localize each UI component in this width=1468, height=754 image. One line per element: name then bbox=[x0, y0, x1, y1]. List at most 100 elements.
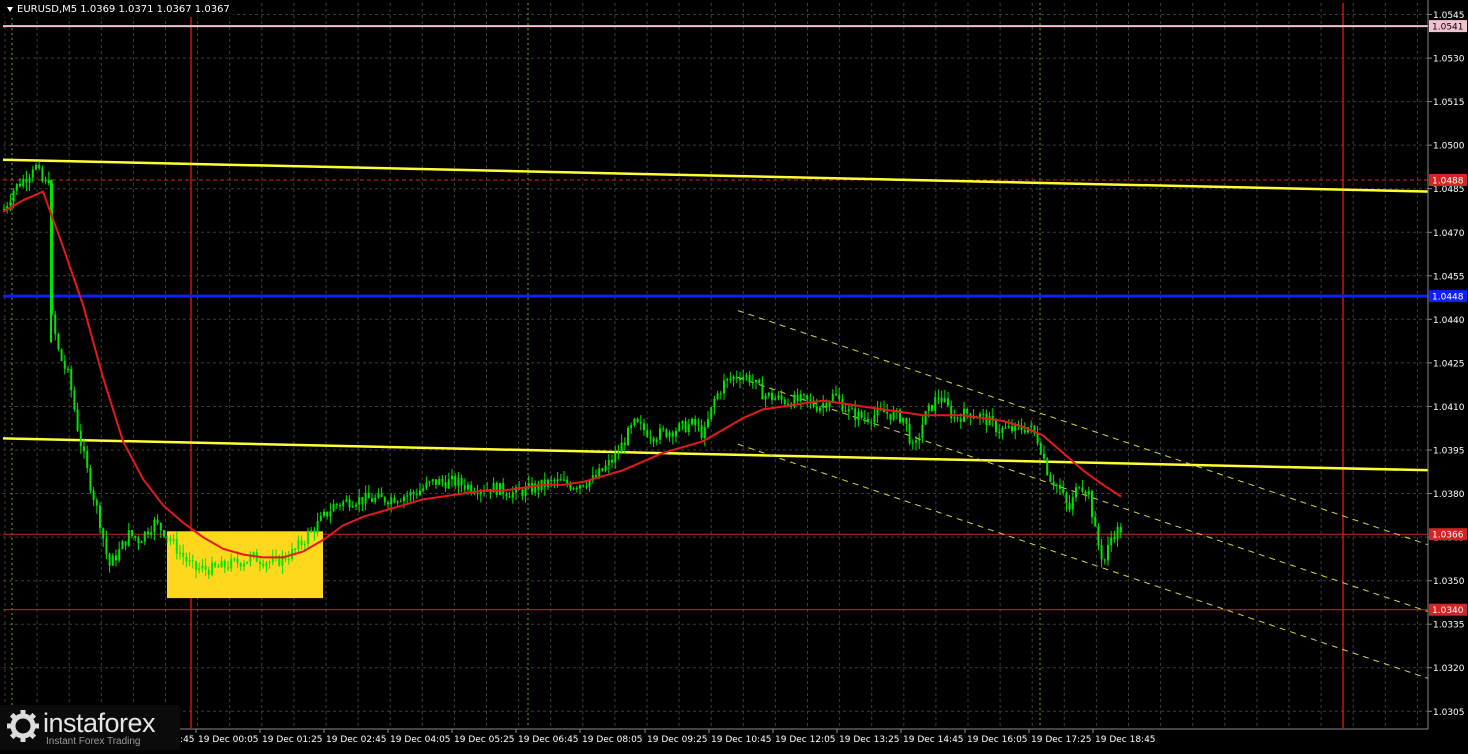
candle-body bbox=[1065, 493, 1068, 503]
candle-body bbox=[937, 397, 940, 399]
candle-body bbox=[319, 515, 322, 521]
candle-body bbox=[668, 432, 671, 437]
candle-body bbox=[716, 393, 719, 399]
candle-body bbox=[771, 392, 773, 400]
candle-body bbox=[1011, 426, 1013, 432]
candle-body bbox=[1100, 545, 1103, 560]
candle-body bbox=[38, 165, 41, 169]
candle-body bbox=[467, 484, 469, 490]
candle-body bbox=[857, 411, 860, 420]
candle-body bbox=[982, 413, 985, 415]
candle-body bbox=[563, 479, 565, 481]
candle-body bbox=[697, 425, 700, 427]
candle-body bbox=[169, 538, 172, 541]
candle-body bbox=[745, 375, 748, 377]
candle-body bbox=[796, 394, 799, 401]
candle-body bbox=[339, 504, 341, 506]
candle-body bbox=[156, 519, 159, 523]
price-chart[interactable]: 1.0545 1.0530 1.0515 1.0500 1.0485 1.0470 1.04… bbox=[0, 0, 1468, 750]
candle-body bbox=[601, 468, 604, 471]
candle-body bbox=[92, 490, 95, 501]
candle-body bbox=[41, 168, 44, 182]
candle-body bbox=[508, 496, 511, 498]
level-badge-label: 1.0448 bbox=[1432, 293, 1464, 303]
candle-body bbox=[127, 530, 130, 546]
candle-body bbox=[726, 378, 729, 381]
candle-body bbox=[908, 423, 911, 444]
candle-body bbox=[409, 492, 412, 496]
candle-body bbox=[732, 376, 735, 380]
candle-body bbox=[1068, 503, 1071, 510]
candle-body bbox=[383, 497, 386, 503]
candle-body bbox=[57, 333, 60, 350]
candle-body bbox=[329, 511, 332, 517]
instaforex-watermark: instaforex Instant Forex Trading bbox=[0, 705, 180, 750]
candle-body bbox=[1055, 485, 1058, 486]
candle-body bbox=[25, 179, 28, 183]
candle bbox=[60, 348, 63, 362]
instaforex-tagline: Instant Forex Trading bbox=[46, 736, 141, 747]
candle-body bbox=[687, 424, 690, 432]
candle-body bbox=[217, 566, 220, 568]
candle-body bbox=[1110, 537, 1113, 546]
candle-body bbox=[665, 429, 668, 437]
candle-body bbox=[585, 486, 588, 488]
candle-body bbox=[19, 183, 21, 187]
candle-body bbox=[1087, 491, 1090, 495]
candle-body bbox=[1075, 487, 1077, 498]
candle-body bbox=[345, 499, 348, 502]
candle-body bbox=[195, 561, 197, 570]
candle-body bbox=[639, 422, 642, 424]
candle-body bbox=[246, 561, 249, 564]
x-tick-label: 19 Dec 13:25 bbox=[839, 735, 900, 745]
y-tick-label: 1.0485 bbox=[1433, 185, 1465, 195]
candle-body bbox=[905, 417, 908, 424]
candle-body bbox=[678, 423, 681, 431]
candle-body bbox=[140, 541, 143, 544]
candle-body bbox=[892, 411, 895, 420]
candle-body bbox=[799, 394, 802, 401]
candle-body bbox=[118, 549, 121, 561]
candle-body bbox=[220, 560, 223, 568]
candle-body bbox=[1081, 487, 1084, 492]
candle-body bbox=[713, 398, 716, 408]
candle-body bbox=[419, 490, 421, 496]
candle-body bbox=[131, 530, 133, 536]
y-tick-label: 1.0410 bbox=[1433, 403, 1465, 413]
candle-body bbox=[1043, 453, 1045, 459]
candle-body bbox=[259, 561, 261, 565]
candle-body bbox=[662, 428, 665, 430]
candle-body bbox=[358, 497, 361, 505]
y-tick-label: 1.0440 bbox=[1433, 316, 1465, 326]
candle-body bbox=[956, 417, 959, 419]
candle bbox=[499, 482, 501, 496]
candle-body bbox=[710, 407, 713, 420]
candle-body bbox=[988, 416, 991, 426]
candle bbox=[899, 408, 901, 424]
candle-body bbox=[822, 403, 825, 408]
candle-body bbox=[943, 398, 946, 402]
candle-body bbox=[806, 395, 809, 400]
candle-body bbox=[179, 552, 181, 554]
candle-body bbox=[313, 530, 316, 533]
candle-body bbox=[348, 499, 351, 508]
level-badge-label: 1.0340 bbox=[1432, 606, 1464, 616]
candle-body bbox=[95, 500, 98, 506]
candle-body bbox=[265, 563, 268, 567]
y-tick-label: 1.0350 bbox=[1433, 577, 1465, 587]
candle-body bbox=[1030, 425, 1033, 428]
dropdown-arrow-icon[interactable] bbox=[7, 6, 13, 12]
candle-body bbox=[921, 424, 924, 438]
candle-body bbox=[521, 489, 524, 496]
y-tick-label: 1.0380 bbox=[1433, 490, 1465, 500]
candle-body bbox=[268, 562, 271, 564]
candle-body bbox=[681, 421, 684, 424]
candle-body bbox=[694, 419, 697, 426]
candle bbox=[924, 410, 927, 425]
candle-body bbox=[1001, 428, 1004, 433]
candle-body bbox=[134, 536, 137, 538]
candle-body bbox=[476, 493, 479, 495]
candle-body bbox=[300, 540, 303, 545]
candle-body bbox=[438, 479, 441, 485]
candle-body bbox=[835, 393, 837, 396]
